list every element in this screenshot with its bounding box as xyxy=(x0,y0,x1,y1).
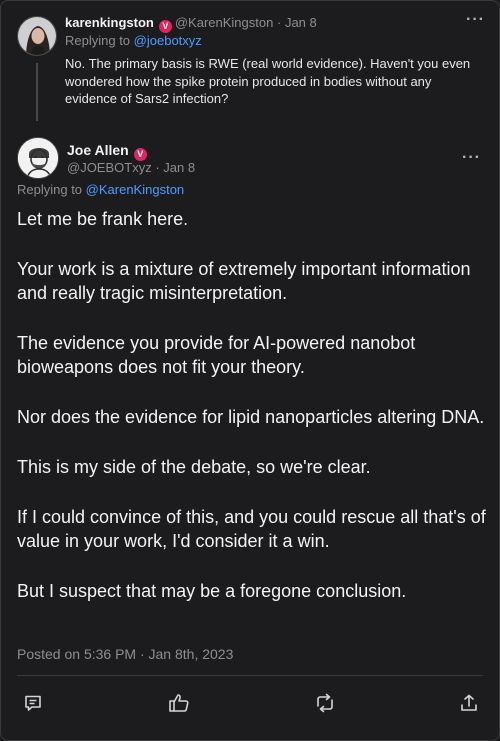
main-handle-line: @JOEBOTxyz · Jan 8 xyxy=(67,160,195,175)
tweet-card: karenkingston V @KarenKingston · Jan 8 Rep… xyxy=(0,0,500,741)
parent-replying-to: Replying to @joebotxyz xyxy=(65,33,202,48)
parent-separator: · xyxy=(276,15,282,30)
main-date[interactable]: Jan 8 xyxy=(163,160,195,175)
action-bar xyxy=(1,685,499,721)
more-options-icon[interactable]: ··· xyxy=(462,149,481,167)
posted-timestamp: Posted on 5:36 PM · Jan 8th, 2023 xyxy=(17,646,234,662)
avatar-karenkingston[interactable] xyxy=(17,16,57,56)
retweet-icon[interactable] xyxy=(307,685,343,721)
parent-tweet-header: karenkingston V @KarenKingston · Jan 8 xyxy=(65,15,317,33)
parent-tweet-text: No. The primary basis is RWE (real world… xyxy=(65,56,471,106)
tweet-paragraph: The evidence you provide for AI-powered … xyxy=(17,333,416,377)
tweet-paragraph: If I could convince of this, and you cou… xyxy=(17,507,486,551)
main-replying-to: Replying to @KarenKingston xyxy=(17,182,184,197)
avatar-joe-allen[interactable] xyxy=(17,137,59,179)
thread-connector-line xyxy=(36,63,38,121)
replying-to-label: Replying to xyxy=(65,33,131,48)
main-tweet-text: Let me be frank here. Your work is a mix… xyxy=(17,207,487,629)
verified-badge-icon: V xyxy=(158,20,172,33)
tweet-paragraph: This is my side of the debate, so we're … xyxy=(17,457,371,477)
tweet-paragraph: Your work is a mixture of extremely impo… xyxy=(17,259,471,303)
main-handle[interactable]: @JOEBOTxyz xyxy=(67,160,152,175)
parent-date[interactable]: Jan 8 xyxy=(285,15,317,30)
divider xyxy=(17,675,483,676)
main-header-name: Joe Allen V xyxy=(67,142,150,161)
main-separator: · xyxy=(155,160,160,175)
comment-icon[interactable] xyxy=(15,685,51,721)
parent-tweet[interactable]: karenkingston V @KarenKingston · Jan 8 Rep… xyxy=(1,1,499,131)
tweet-paragraph: Nor does the evidence for lipid nanopart… xyxy=(17,407,485,427)
tweet-paragraph: Let me be frank here. xyxy=(17,209,189,229)
main-display-name[interactable]: Joe Allen xyxy=(67,142,129,158)
parent-display-name[interactable]: karenkingston xyxy=(65,15,154,30)
replying-to-link[interactable]: @joebotxyz xyxy=(134,33,202,48)
more-options-icon[interactable]: ··· xyxy=(466,11,485,29)
replying-to-link[interactable]: @KarenKingston xyxy=(86,182,184,197)
like-icon[interactable] xyxy=(161,685,197,721)
replying-to-label: Replying to xyxy=(17,182,83,197)
share-icon[interactable] xyxy=(451,685,487,721)
parent-handle[interactable]: @KarenKingston xyxy=(175,15,273,30)
tweet-paragraph: But I suspect that may be a foregone con… xyxy=(17,581,407,601)
